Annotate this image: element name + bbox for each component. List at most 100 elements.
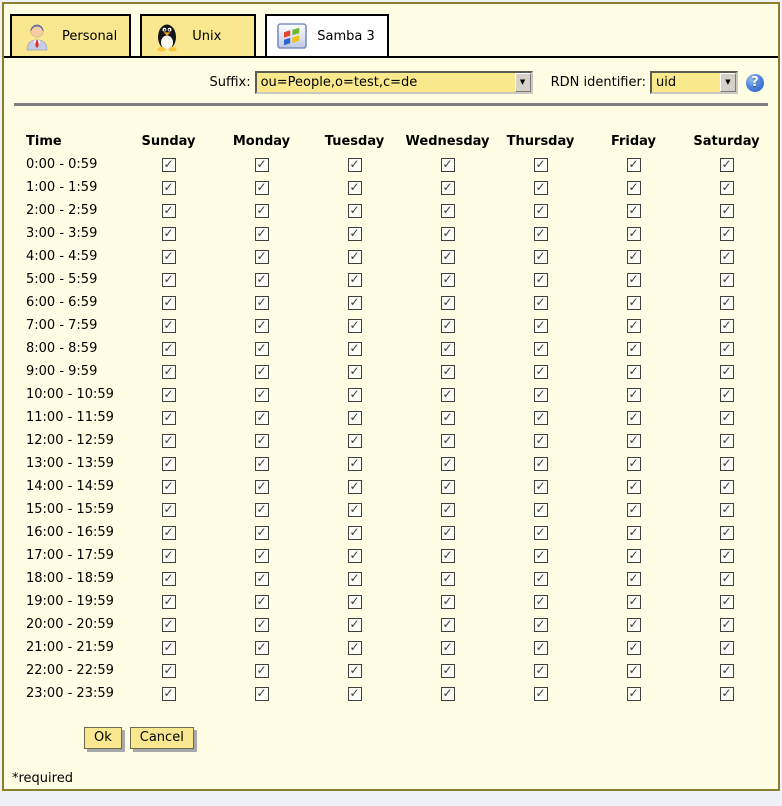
day-checkbox[interactable]: ✓ [720, 572, 734, 586]
day-checkbox[interactable]: ✓ [348, 250, 362, 264]
day-checkbox[interactable]: ✓ [534, 595, 548, 609]
day-checkbox[interactable]: ✓ [441, 158, 455, 172]
day-checkbox[interactable]: ✓ [348, 664, 362, 678]
day-checkbox[interactable]: ✓ [255, 595, 269, 609]
day-checkbox[interactable]: ✓ [627, 204, 641, 218]
day-checkbox[interactable]: ✓ [627, 572, 641, 586]
day-checkbox[interactable]: ✓ [255, 273, 269, 287]
day-checkbox[interactable]: ✓ [534, 503, 548, 517]
day-checkbox[interactable]: ✓ [627, 664, 641, 678]
day-checkbox[interactable]: ✓ [255, 503, 269, 517]
day-checkbox[interactable]: ✓ [720, 434, 734, 448]
day-checkbox[interactable]: ✓ [534, 664, 548, 678]
day-checkbox[interactable]: ✓ [162, 273, 176, 287]
day-checkbox[interactable]: ✓ [348, 181, 362, 195]
day-checkbox[interactable]: ✓ [255, 227, 269, 241]
day-checkbox[interactable]: ✓ [627, 434, 641, 448]
day-checkbox[interactable]: ✓ [534, 388, 548, 402]
day-checkbox[interactable]: ✓ [162, 342, 176, 356]
day-checkbox[interactable]: ✓ [162, 503, 176, 517]
day-checkbox[interactable]: ✓ [162, 365, 176, 379]
day-checkbox[interactable]: ✓ [441, 296, 455, 310]
day-checkbox[interactable]: ✓ [627, 273, 641, 287]
day-checkbox[interactable]: ✓ [534, 572, 548, 586]
day-checkbox[interactable]: ✓ [441, 595, 455, 609]
day-checkbox[interactable]: ✓ [255, 526, 269, 540]
day-checkbox[interactable]: ✓ [627, 342, 641, 356]
day-checkbox[interactable]: ✓ [441, 641, 455, 655]
chevron-down-icon[interactable]: ▼ [720, 73, 736, 92]
day-checkbox[interactable]: ✓ [255, 204, 269, 218]
day-checkbox[interactable]: ✓ [348, 204, 362, 218]
day-checkbox[interactable]: ✓ [627, 181, 641, 195]
day-checkbox[interactable]: ✓ [441, 687, 455, 701]
day-checkbox[interactable]: ✓ [348, 480, 362, 494]
day-checkbox[interactable]: ✓ [348, 388, 362, 402]
day-checkbox[interactable]: ✓ [627, 641, 641, 655]
day-checkbox[interactable]: ✓ [348, 457, 362, 471]
day-checkbox[interactable]: ✓ [441, 342, 455, 356]
day-checkbox[interactable]: ✓ [162, 434, 176, 448]
day-checkbox[interactable]: ✓ [720, 319, 734, 333]
day-checkbox[interactable]: ✓ [534, 158, 548, 172]
day-checkbox[interactable]: ✓ [348, 434, 362, 448]
day-checkbox[interactable]: ✓ [441, 503, 455, 517]
day-checkbox[interactable]: ✓ [627, 503, 641, 517]
day-checkbox[interactable]: ✓ [534, 250, 548, 264]
day-checkbox[interactable]: ✓ [162, 227, 176, 241]
day-checkbox[interactable]: ✓ [441, 388, 455, 402]
day-checkbox[interactable]: ✓ [534, 204, 548, 218]
day-checkbox[interactable]: ✓ [441, 572, 455, 586]
day-checkbox[interactable]: ✓ [720, 296, 734, 310]
day-checkbox[interactable]: ✓ [534, 411, 548, 425]
day-checkbox[interactable]: ✓ [534, 296, 548, 310]
day-checkbox[interactable]: ✓ [627, 388, 641, 402]
day-checkbox[interactable]: ✓ [255, 687, 269, 701]
day-checkbox[interactable]: ✓ [627, 618, 641, 632]
day-checkbox[interactable]: ✓ [720, 618, 734, 632]
day-checkbox[interactable]: ✓ [441, 181, 455, 195]
day-checkbox[interactable]: ✓ [162, 549, 176, 563]
day-checkbox[interactable]: ✓ [720, 342, 734, 356]
day-checkbox[interactable]: ✓ [441, 549, 455, 563]
day-checkbox[interactable]: ✓ [348, 365, 362, 379]
day-checkbox[interactable]: ✓ [720, 641, 734, 655]
day-checkbox[interactable]: ✓ [255, 250, 269, 264]
day-checkbox[interactable]: ✓ [534, 526, 548, 540]
day-checkbox[interactable]: ✓ [720, 181, 734, 195]
day-checkbox[interactable]: ✓ [534, 365, 548, 379]
day-checkbox[interactable]: ✓ [348, 687, 362, 701]
day-checkbox[interactable]: ✓ [348, 273, 362, 287]
day-checkbox[interactable]: ✓ [627, 296, 641, 310]
day-checkbox[interactable]: ✓ [162, 158, 176, 172]
day-checkbox[interactable]: ✓ [627, 595, 641, 609]
day-checkbox[interactable]: ✓ [627, 457, 641, 471]
day-checkbox[interactable]: ✓ [348, 319, 362, 333]
day-checkbox[interactable]: ✓ [441, 526, 455, 540]
day-checkbox[interactable]: ✓ [255, 641, 269, 655]
day-checkbox[interactable]: ✓ [720, 526, 734, 540]
day-checkbox[interactable]: ✓ [162, 388, 176, 402]
day-checkbox[interactable]: ✓ [255, 342, 269, 356]
day-checkbox[interactable]: ✓ [720, 365, 734, 379]
day-checkbox[interactable]: ✓ [627, 687, 641, 701]
day-checkbox[interactable]: ✓ [534, 273, 548, 287]
help-icon[interactable]: ? [746, 74, 764, 92]
day-checkbox[interactable]: ✓ [255, 158, 269, 172]
day-checkbox[interactable]: ✓ [348, 227, 362, 241]
day-checkbox[interactable]: ✓ [534, 181, 548, 195]
day-checkbox[interactable]: ✓ [255, 388, 269, 402]
day-checkbox[interactable]: ✓ [534, 434, 548, 448]
day-checkbox[interactable]: ✓ [441, 365, 455, 379]
day-checkbox[interactable]: ✓ [627, 411, 641, 425]
day-checkbox[interactable]: ✓ [534, 641, 548, 655]
chevron-down-icon[interactable]: ▼ [515, 73, 531, 92]
day-checkbox[interactable]: ✓ [720, 250, 734, 264]
day-checkbox[interactable]: ✓ [627, 158, 641, 172]
day-checkbox[interactable]: ✓ [162, 664, 176, 678]
day-checkbox[interactable]: ✓ [720, 204, 734, 218]
day-checkbox[interactable]: ✓ [534, 319, 548, 333]
day-checkbox[interactable]: ✓ [534, 549, 548, 563]
day-checkbox[interactable]: ✓ [627, 227, 641, 241]
day-checkbox[interactable]: ✓ [348, 411, 362, 425]
